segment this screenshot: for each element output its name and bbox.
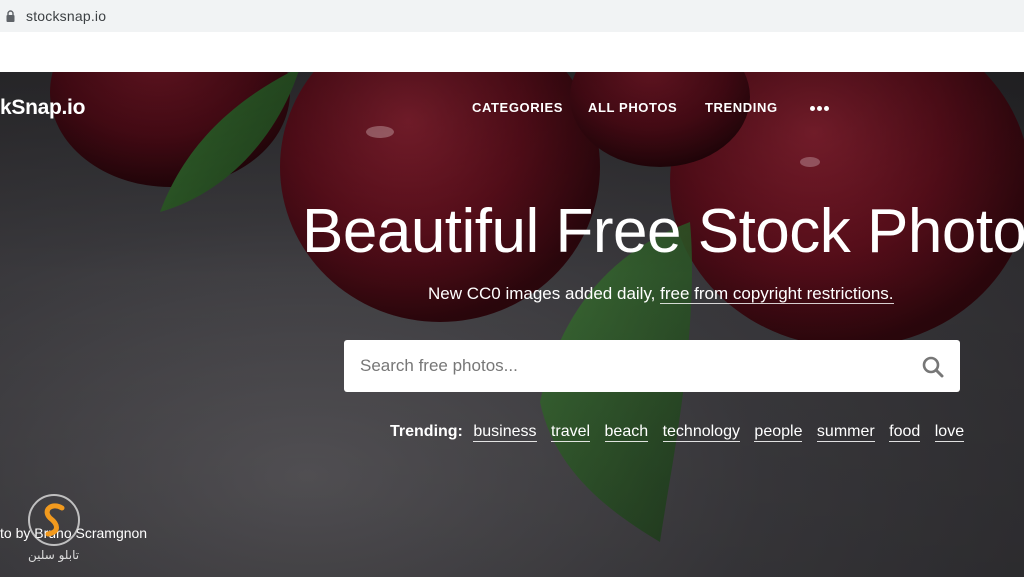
- hero-overlay: [0, 72, 1024, 577]
- trending-tag-beach[interactable]: beach: [604, 423, 649, 442]
- trending-tag-people[interactable]: people: [754, 423, 803, 442]
- trending-tag-business[interactable]: business: [473, 423, 537, 442]
- search-input[interactable]: [360, 340, 900, 392]
- nav-all-photos[interactable]: ALL PHOTOS: [588, 100, 677, 115]
- nav-trending[interactable]: TRENDING: [705, 100, 778, 115]
- search-box[interactable]: [344, 340, 960, 392]
- trending-tag-travel[interactable]: travel: [550, 423, 591, 442]
- subline-text: New CC0 images added daily,: [428, 284, 661, 303]
- license-link[interactable]: free from copyright restrictions.: [660, 284, 894, 304]
- trending-tag-technology[interactable]: technology: [662, 423, 740, 442]
- more-dots-icon[interactable]: [809, 101, 833, 115]
- s-logo-icon: [28, 494, 80, 546]
- hero-subline: New CC0 images added daily, free from co…: [428, 284, 894, 304]
- watermark-text: تابلو سلین: [28, 548, 80, 562]
- url-text[interactable]: stocksnap.io: [26, 8, 106, 24]
- page-top-strip: [0, 32, 1024, 72]
- browser-address-bar[interactable]: stocksnap.io: [0, 0, 1024, 32]
- page-headline: Beautiful Free Stock Photos: [302, 197, 1024, 266]
- hero-section: kSnap.io CATEGORIES ALL PHOTOS TRENDING …: [0, 72, 1024, 577]
- trending-tag-food[interactable]: food: [889, 423, 921, 442]
- lock-icon: [6, 10, 15, 22]
- trending-tag-summer[interactable]: summer: [816, 423, 875, 442]
- trending-label: Trending:: [390, 423, 463, 440]
- site-logo[interactable]: kSnap.io: [0, 96, 85, 120]
- trending-tags: Trending: business travel beach technolo…: [390, 423, 974, 445]
- nav-categories[interactable]: CATEGORIES: [472, 100, 563, 115]
- search-icon[interactable]: [922, 356, 944, 378]
- trending-tag-love[interactable]: love: [934, 423, 965, 442]
